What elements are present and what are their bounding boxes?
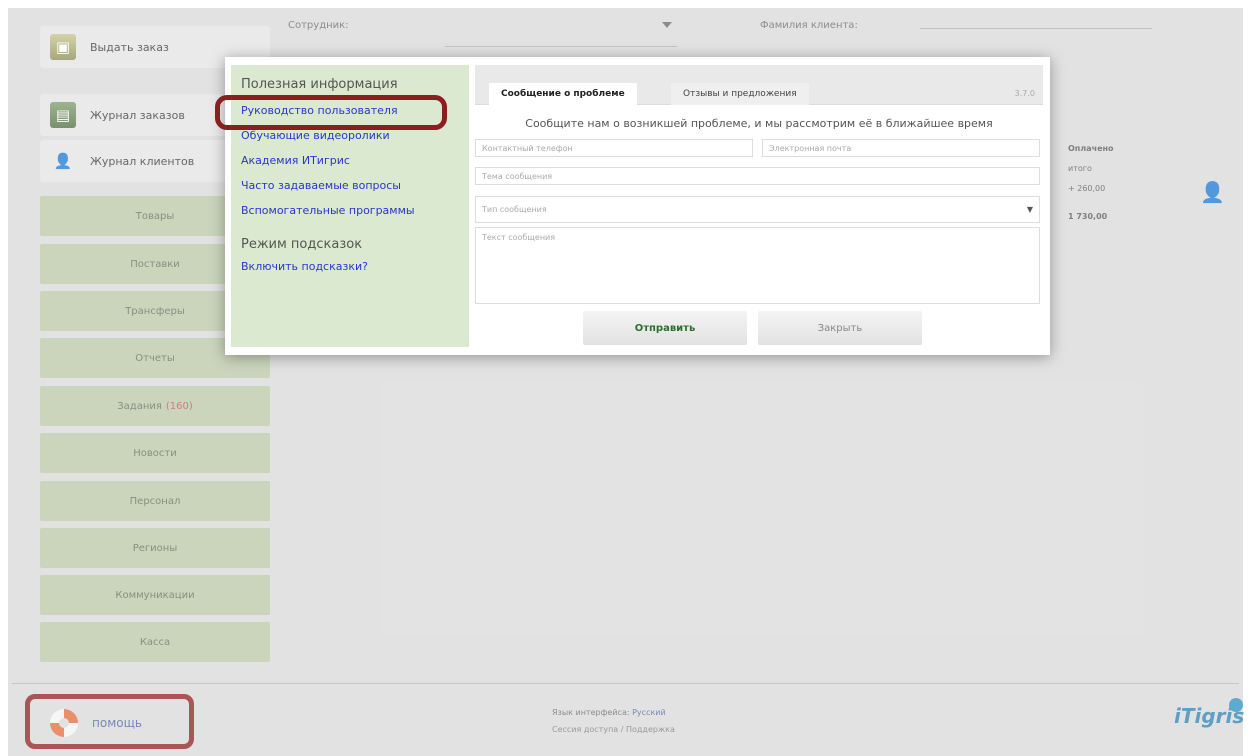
close-button[interactable]: Закрыть <box>758 311 922 345</box>
hints-mode-title: Режим подсказок <box>241 237 363 252</box>
feedback-form: Сообщение о проблеме Отзывы и предложени… <box>475 65 1043 347</box>
dropdown-arrow-icon: ▼ <box>1026 205 1033 214</box>
enable-hints-link[interactable]: Включить подсказки? <box>241 254 459 279</box>
email-field[interactable]: Электронная почта <box>762 139 1040 157</box>
useful-info-title: Полезная информация <box>241 77 398 92</box>
subject-field[interactable]: Тема сообщения <box>475 167 1040 185</box>
form-heading: Сообщите нам о возникшей проблеме, и мы … <box>525 117 993 130</box>
send-button[interactable]: Отправить <box>583 311 747 345</box>
academy-link[interactable]: Академия ИТигрис <box>241 148 459 173</box>
faq-link[interactable]: Часто задаваемые вопросы <box>241 173 459 198</box>
version-label: 3.7.0 <box>1014 89 1035 98</box>
auxiliary-programs-link[interactable]: Вспомогательные программы <box>241 198 459 223</box>
phone-field[interactable]: Контактный телефон <box>475 139 753 157</box>
message-type-placeholder: Тип сообщения <box>482 205 547 214</box>
feedback-tabs: Сообщение о проблеме Отзывы и предложени… <box>475 65 1043 105</box>
message-text-area[interactable]: Текст сообщения <box>475 227 1040 304</box>
manual-link-highlight-annotation <box>215 95 447 130</box>
tab-problem-report[interactable]: Сообщение о проблеме <box>489 83 637 105</box>
tab-suggestions[interactable]: Отзывы и предложения <box>671 83 809 105</box>
message-type-select[interactable]: Тип сообщения ▼ <box>475 196 1040 223</box>
